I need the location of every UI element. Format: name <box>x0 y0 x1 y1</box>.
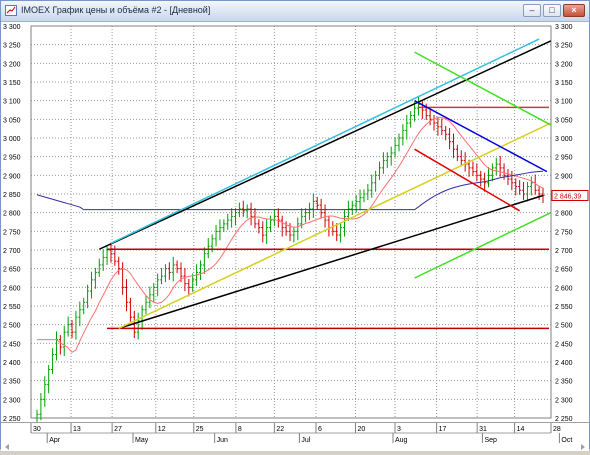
last-price-label: 2 846,39 <box>554 193 581 200</box>
y-tick-label-left: 2 350 <box>3 379 21 386</box>
day-tick-label: 8 <box>238 426 242 433</box>
y-tick-label-right: 3 200 <box>555 61 573 68</box>
y-tick-label-right: 2 900 <box>555 173 573 180</box>
yellow-trend-line <box>118 122 552 330</box>
close-button[interactable]: × <box>563 4 585 17</box>
y-tick-label-left: 3 150 <box>3 80 21 87</box>
day-tick-label: 22 <box>276 426 284 433</box>
window-title: IMOEX График цены и объёма #2 - [Дневной… <box>21 5 211 15</box>
maximize-icon: □ <box>549 5 555 15</box>
y-tick-label-right: 3 250 <box>555 43 573 50</box>
y-tick-label-right: 2 400 <box>555 360 573 367</box>
y-tick-label-right: 2 350 <box>555 379 573 386</box>
day-tick-label: 31 <box>479 426 487 433</box>
y-tick-label-left: 2 950 <box>3 155 21 162</box>
day-tick-label: 14 <box>517 426 525 433</box>
y-tick-label-right: 2 550 <box>555 304 573 311</box>
y-tick-label-left: 2 300 <box>3 397 21 404</box>
lower-channel-line <box>118 194 544 330</box>
y-tick-label-left: 2 850 <box>3 192 21 199</box>
day-tick-label: 6 <box>318 426 322 433</box>
plot-frame <box>30 25 552 419</box>
y-tick-label-left: 2 450 <box>3 341 21 348</box>
green-parallel-lower <box>414 211 552 279</box>
date-axis: 30 13 27 12 25 8 22 6 20 3 17 31 14 28 Apr May Jun Jul Aug… <box>1 422 589 451</box>
month-tick-label: Aug <box>395 437 408 444</box>
y-tick-label-right: 2 450 <box>555 341 573 348</box>
scroll-right-icon <box>581 444 585 450</box>
title-bar[interactable]: IMOEX График цены и объёма #2 - [Дневной… <box>1 1 589 22</box>
y-tick-label-right: 2 500 <box>555 323 573 330</box>
y-tick-label-left: 2 600 <box>3 285 21 292</box>
maximize-button[interactable]: □ <box>543 4 561 17</box>
month-tick-label: Sep <box>484 437 497 444</box>
day-tick-label: 20 <box>357 426 365 433</box>
y-tick-label-left: 2 800 <box>3 211 21 218</box>
month-tick-label: Jul <box>301 437 310 444</box>
price-chart[interactable]: 2 250 2 250 2 300 2 300 2 350 2 350 2 400 2 400… <box>1 22 589 423</box>
month-tick-label: May <box>135 437 149 444</box>
scroll-left-icon <box>5 444 9 450</box>
y-tick-label-right: 2 600 <box>555 285 573 292</box>
y-tick-label-right: 3 100 <box>555 99 573 106</box>
y-tick-label-right: 3 000 <box>555 136 573 143</box>
price-chart-svg: 2 250 2 2502 300 2 3002 350 2 3502 400 2 400… <box>3 24 589 423</box>
day-tick-label: 17 <box>439 426 447 433</box>
y-tick-label-left: 3 200 <box>3 61 21 68</box>
y-tick-label-left: 3 050 <box>3 117 21 124</box>
y-tick-label-left: 2 750 <box>3 229 21 236</box>
y-tick-label-right: 3 300 <box>555 24 573 31</box>
y-tick-label-left: 2 650 <box>3 267 21 274</box>
chart-window: IMOEX График цены и объёма #2 - [Дневной… <box>0 0 590 451</box>
y-tick-label-right: 2 950 <box>555 155 573 162</box>
day-tick-label: 30 <box>33 426 41 433</box>
y-tick-label-right: 2 300 <box>555 397 573 404</box>
day-tick-label: 13 <box>73 426 81 433</box>
y-tick-label-left: 2 700 <box>3 248 21 255</box>
month-tick-label: Jun <box>217 437 228 444</box>
y-tick-label-right: 2 650 <box>555 267 573 274</box>
minimize-button[interactable]: – <box>523 4 541 17</box>
y-tick-label-left: 2 400 <box>3 360 21 367</box>
day-tick-label: 3 <box>397 426 401 433</box>
y-tick-label-left: 2 900 <box>3 173 21 180</box>
y-tick-label-left: 2 500 <box>3 323 21 330</box>
minimize-icon: – <box>529 5 535 15</box>
date-axis-svg: 30 13 27 12 25 8 22 6 20 3 17 31 14 28 Apr May Jun Jul Aug… <box>5 423 585 450</box>
close-icon: × <box>571 5 577 15</box>
y-tick-label-right: 2 700 <box>555 248 573 255</box>
y-tick-label-left: 3 000 <box>3 136 21 143</box>
y-tick-label-right: 3 150 <box>555 80 573 87</box>
day-tick-label: 25 <box>196 426 204 433</box>
month-tick-label: Oct <box>561 437 572 444</box>
y-tick-label-left: 2 550 <box>3 304 21 311</box>
day-tick-label: 12 <box>158 426 166 433</box>
moving-average-long <box>36 170 544 211</box>
day-tick-label: 27 <box>114 426 122 433</box>
y-tick-label-left: 3 100 <box>3 99 21 106</box>
month-tick-label: Apr <box>49 437 61 444</box>
y-tick-label-left: 3 300 <box>3 24 21 31</box>
y-tick-label-right: 2 750 <box>555 229 573 236</box>
y-tick-label-right: 3 050 <box>555 117 573 124</box>
day-tick-label: 28 <box>553 426 561 433</box>
y-tick-label-left: 3 250 <box>3 43 21 50</box>
chart-app-icon <box>5 5 17 16</box>
y-tick-label-right: 2 800 <box>555 211 573 218</box>
